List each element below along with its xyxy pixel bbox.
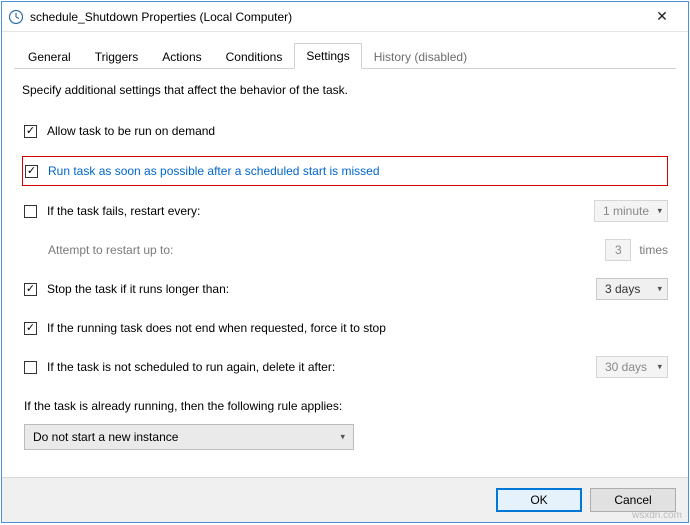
row-stop-if-longer: Stop the task if it runs longer than: 3 … — [22, 275, 668, 303]
tab-strip: General Triggers Actions Conditions Sett… — [14, 42, 676, 69]
label-if-fails: If the task fails, restart every: — [47, 204, 200, 218]
chevron-down-icon: ▾ — [340, 432, 345, 443]
dropdown-delete-after[interactable]: 30 days ▾ — [596, 356, 668, 378]
checkbox-run-asap[interactable] — [25, 165, 38, 178]
dropdown-already-running-rule[interactable]: Do not start a new instance ▾ — [24, 424, 354, 450]
dialog-footer: OK Cancel — [2, 477, 688, 522]
tab-actions[interactable]: Actions — [150, 44, 213, 69]
settings-panel: Specify additional settings that affect … — [14, 69, 676, 473]
cancel-button[interactable]: Cancel — [590, 488, 676, 512]
checkbox-allow-on-demand[interactable] — [24, 125, 37, 138]
dropdown-restart-interval-value: 1 minute — [603, 204, 649, 218]
settings-intro: Specify additional settings that affect … — [22, 83, 668, 97]
chevron-down-icon: ▾ — [657, 362, 662, 373]
row-already-running-label: If the task is already running, then the… — [22, 392, 668, 420]
tab-conditions[interactable]: Conditions — [214, 44, 295, 69]
label-delete-after: If the task is not scheduled to run agai… — [47, 360, 335, 374]
tab-settings[interactable]: Settings — [294, 43, 361, 69]
watermark: wsxdn.com — [632, 510, 682, 521]
checkbox-force-stop[interactable] — [24, 322, 37, 335]
dropdown-stop-duration-value: 3 days — [605, 282, 640, 296]
row-if-fails-restart: If the task fails, restart every: 1 minu… — [22, 197, 668, 225]
label-times: times — [639, 243, 668, 257]
close-button[interactable]: ✕ — [642, 3, 682, 31]
dialog-content: General Triggers Actions Conditions Sett… — [2, 32, 688, 477]
chevron-down-icon: ▾ — [657, 206, 662, 217]
row-attempt-restart: Attempt to restart up to: 3 times — [22, 236, 668, 264]
window-title: schedule_Shutdown Properties (Local Comp… — [30, 10, 642, 24]
titlebar: schedule_Shutdown Properties (Local Comp… — [2, 2, 688, 32]
row-run-asap: Run task as soon as possible after a sch… — [22, 156, 668, 186]
row-force-stop: If the running task does not end when re… — [22, 314, 668, 342]
checkbox-delete-after[interactable] — [24, 361, 37, 374]
label-already-running: If the task is already running, then the… — [24, 399, 342, 413]
label-stop-if-longer: Stop the task if it runs longer than: — [47, 282, 229, 296]
dropdown-delete-after-value: 30 days — [605, 360, 647, 374]
checkbox-stop-if-longer[interactable] — [24, 283, 37, 296]
tab-history[interactable]: History (disabled) — [362, 44, 479, 69]
row-allow-on-demand: Allow task to be run on demand — [22, 117, 668, 145]
tab-triggers[interactable]: Triggers — [83, 44, 151, 69]
label-run-asap: Run task as soon as possible after a sch… — [48, 164, 380, 178]
tab-general[interactable]: General — [16, 44, 83, 69]
ok-button[interactable]: OK — [496, 488, 582, 512]
label-force-stop: If the running task does not end when re… — [47, 321, 386, 335]
task-scheduler-icon — [8, 9, 24, 25]
checkbox-if-fails[interactable] — [24, 205, 37, 218]
input-attempt-count[interactable]: 3 — [605, 239, 631, 261]
dropdown-already-running-value: Do not start a new instance — [33, 430, 178, 444]
chevron-down-icon: ▾ — [657, 284, 662, 295]
dropdown-stop-duration[interactable]: 3 days ▾ — [596, 278, 668, 300]
properties-dialog: schedule_Shutdown Properties (Local Comp… — [1, 1, 689, 523]
row-delete-after: If the task is not scheduled to run agai… — [22, 353, 668, 381]
dropdown-restart-interval[interactable]: 1 minute ▾ — [594, 200, 668, 222]
label-attempt-restart: Attempt to restart up to: — [48, 243, 173, 257]
label-allow-on-demand: Allow task to be run on demand — [47, 124, 215, 138]
